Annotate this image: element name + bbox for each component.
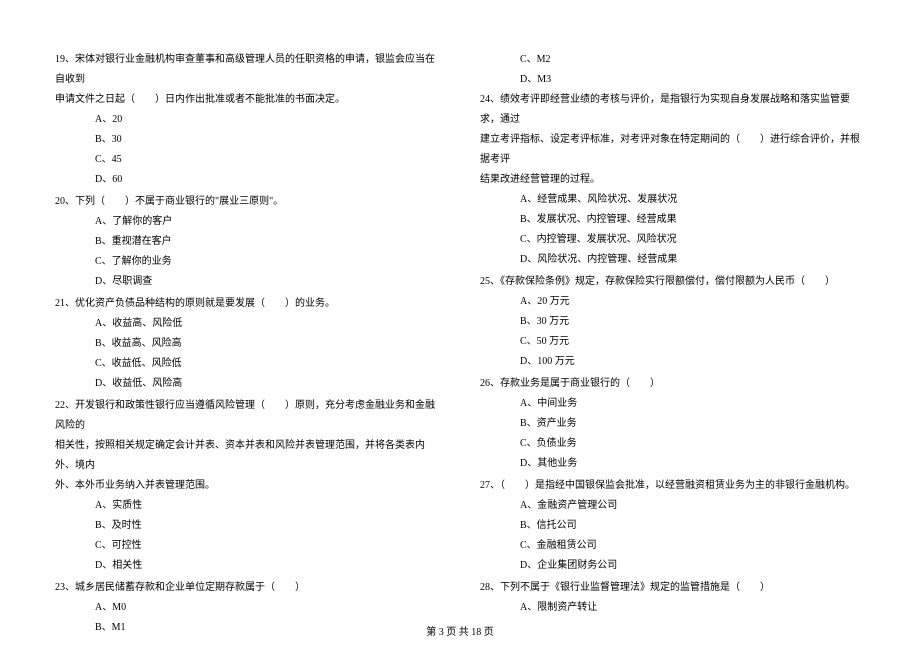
- option-c: C、收益低、风险低: [55, 354, 440, 374]
- right-column: C、M2 D、M3 24、绩效考评即经营业绩的考核与评价，是指银行为实现自身发展…: [480, 50, 865, 610]
- option-c: C、了解你的业务: [55, 252, 440, 272]
- option-b: B、及时性: [55, 516, 440, 536]
- question-continuation: 外、本外币业务纳入并表管理范围。: [55, 476, 440, 496]
- question-text: 24、绩效考评即经营业绩的考核与评价，是指银行为实现自身发展战略和落实监管要求，…: [480, 90, 865, 130]
- option-a: A、收益高、风险低: [55, 314, 440, 334]
- question-27: 27、（ ）是指经中国银保监会批准，以经营融资租赁业务为主的非银行金融机构。 A…: [480, 476, 865, 576]
- option-d: D、企业集团财务公司: [480, 556, 865, 576]
- option-a: A、了解你的客户: [55, 212, 440, 232]
- question-text: 27、（ ）是指经中国银保监会批准，以经营融资租赁业务为主的非银行金融机构。: [480, 476, 865, 496]
- option-c: C、50 万元: [480, 332, 865, 352]
- two-column-layout: 19、宋体对银行业金融机构审查董事和高级管理人员的任职资格的申请，银监会应当在自…: [55, 50, 865, 610]
- question-21: 21、优化资产负债品种结构的原则就是要发展（ ）的业务。 A、收益高、风险低 B…: [55, 294, 440, 394]
- question-20: 20、下列（ ）不属于商业银行的"展业三原则"。 A、了解你的客户 B、重视潜在…: [55, 192, 440, 292]
- option-b: B、30 万元: [480, 312, 865, 332]
- question-26: 26、存款业务是属于商业银行的（ ） A、中间业务 B、资产业务 C、负债业务 …: [480, 374, 865, 474]
- question-continuation: 结果改进经营管理的过程。: [480, 170, 865, 190]
- option-d: D、其他业务: [480, 454, 865, 474]
- option-a: A、实质性: [55, 496, 440, 516]
- option-a: A、限制资产转让: [480, 598, 865, 618]
- left-column: 19、宋体对银行业金融机构审查董事和高级管理人员的任职资格的申请，银监会应当在自…: [55, 50, 440, 610]
- question-text: 28、下列不属于《银行业监督管理法》规定的监管措施是（ ）: [480, 578, 865, 598]
- option-d: D、100 万元: [480, 352, 865, 372]
- option-c: C、45: [55, 150, 440, 170]
- option-c: C、M2: [480, 50, 865, 70]
- question-25: 25、《存款保险条例》规定，存款保险实行限额偿付，偿付限额为人民币（ ） A、2…: [480, 272, 865, 372]
- option-d: D、风险状况、内控管理、经营成果: [480, 250, 865, 270]
- page-footer: 第 3 页 共 18 页: [0, 623, 920, 638]
- question-22: 22、开发银行和政策性银行应当遵循风险管理（ ）原则，充分考虑金融业务和金融风险…: [55, 396, 440, 576]
- question-continuation: 建立考评指标、设定考评标准，对考评对象在特定期间的（ ）进行综合评价，并根据考评: [480, 130, 865, 170]
- option-b: B、资产业务: [480, 414, 865, 434]
- option-a: A、M0: [55, 598, 440, 618]
- question-continuation: 申请文件之日起（ ）日内作出批准或者不能批准的书面决定。: [55, 90, 440, 110]
- question-19: 19、宋体对银行业金融机构审查董事和高级管理人员的任职资格的申请，银监会应当在自…: [55, 50, 440, 190]
- option-c: C、内控管理、发展状况、风险状况: [480, 230, 865, 250]
- question-text: 20、下列（ ）不属于商业银行的"展业三原则"。: [55, 192, 440, 212]
- option-a: A、20: [55, 110, 440, 130]
- question-24: 24、绩效考评即经营业绩的考核与评价，是指银行为实现自身发展战略和落实监管要求，…: [480, 90, 865, 270]
- option-b: B、重视潜在客户: [55, 232, 440, 252]
- question-text: 23、城乡居民储蓄存款和企业单位定期存款属于（ ）: [55, 578, 440, 598]
- option-d: D、60: [55, 170, 440, 190]
- option-d: D、收益低、风险高: [55, 374, 440, 394]
- question-text: 26、存款业务是属于商业银行的（ ）: [480, 374, 865, 394]
- question-text: 22、开发银行和政策性银行应当遵循风险管理（ ）原则，充分考虑金融业务和金融风险…: [55, 396, 440, 436]
- question-28: 28、下列不属于《银行业监督管理法》规定的监管措施是（ ） A、限制资产转让: [480, 578, 865, 618]
- question-continuation: 相关性，按照相关规定确定会计并表、资本并表和风险并表管理范围，并将各类表内外、境…: [55, 436, 440, 476]
- option-c: C、可控性: [55, 536, 440, 556]
- option-b: B、收益高、风险高: [55, 334, 440, 354]
- option-d: D、尽职调查: [55, 272, 440, 292]
- option-a: A、经营成果、风险状况、发展状况: [480, 190, 865, 210]
- option-b: B、发展状况、内控管理、经营成果: [480, 210, 865, 230]
- option-b: B、信托公司: [480, 516, 865, 536]
- option-b: B、30: [55, 130, 440, 150]
- question-text: 25、《存款保险条例》规定，存款保险实行限额偿付，偿付限额为人民币（ ）: [480, 272, 865, 292]
- question-text: 19、宋体对银行业金融机构审查董事和高级管理人员的任职资格的申请，银监会应当在自…: [55, 50, 440, 90]
- option-a: A、中间业务: [480, 394, 865, 414]
- option-d: D、M3: [480, 70, 865, 90]
- option-c: C、负债业务: [480, 434, 865, 454]
- question-text: 21、优化资产负债品种结构的原则就是要发展（ ）的业务。: [55, 294, 440, 314]
- option-a: A、20 万元: [480, 292, 865, 312]
- option-a: A、金融资产管理公司: [480, 496, 865, 516]
- option-c: C、金融租赁公司: [480, 536, 865, 556]
- option-d: D、相关性: [55, 556, 440, 576]
